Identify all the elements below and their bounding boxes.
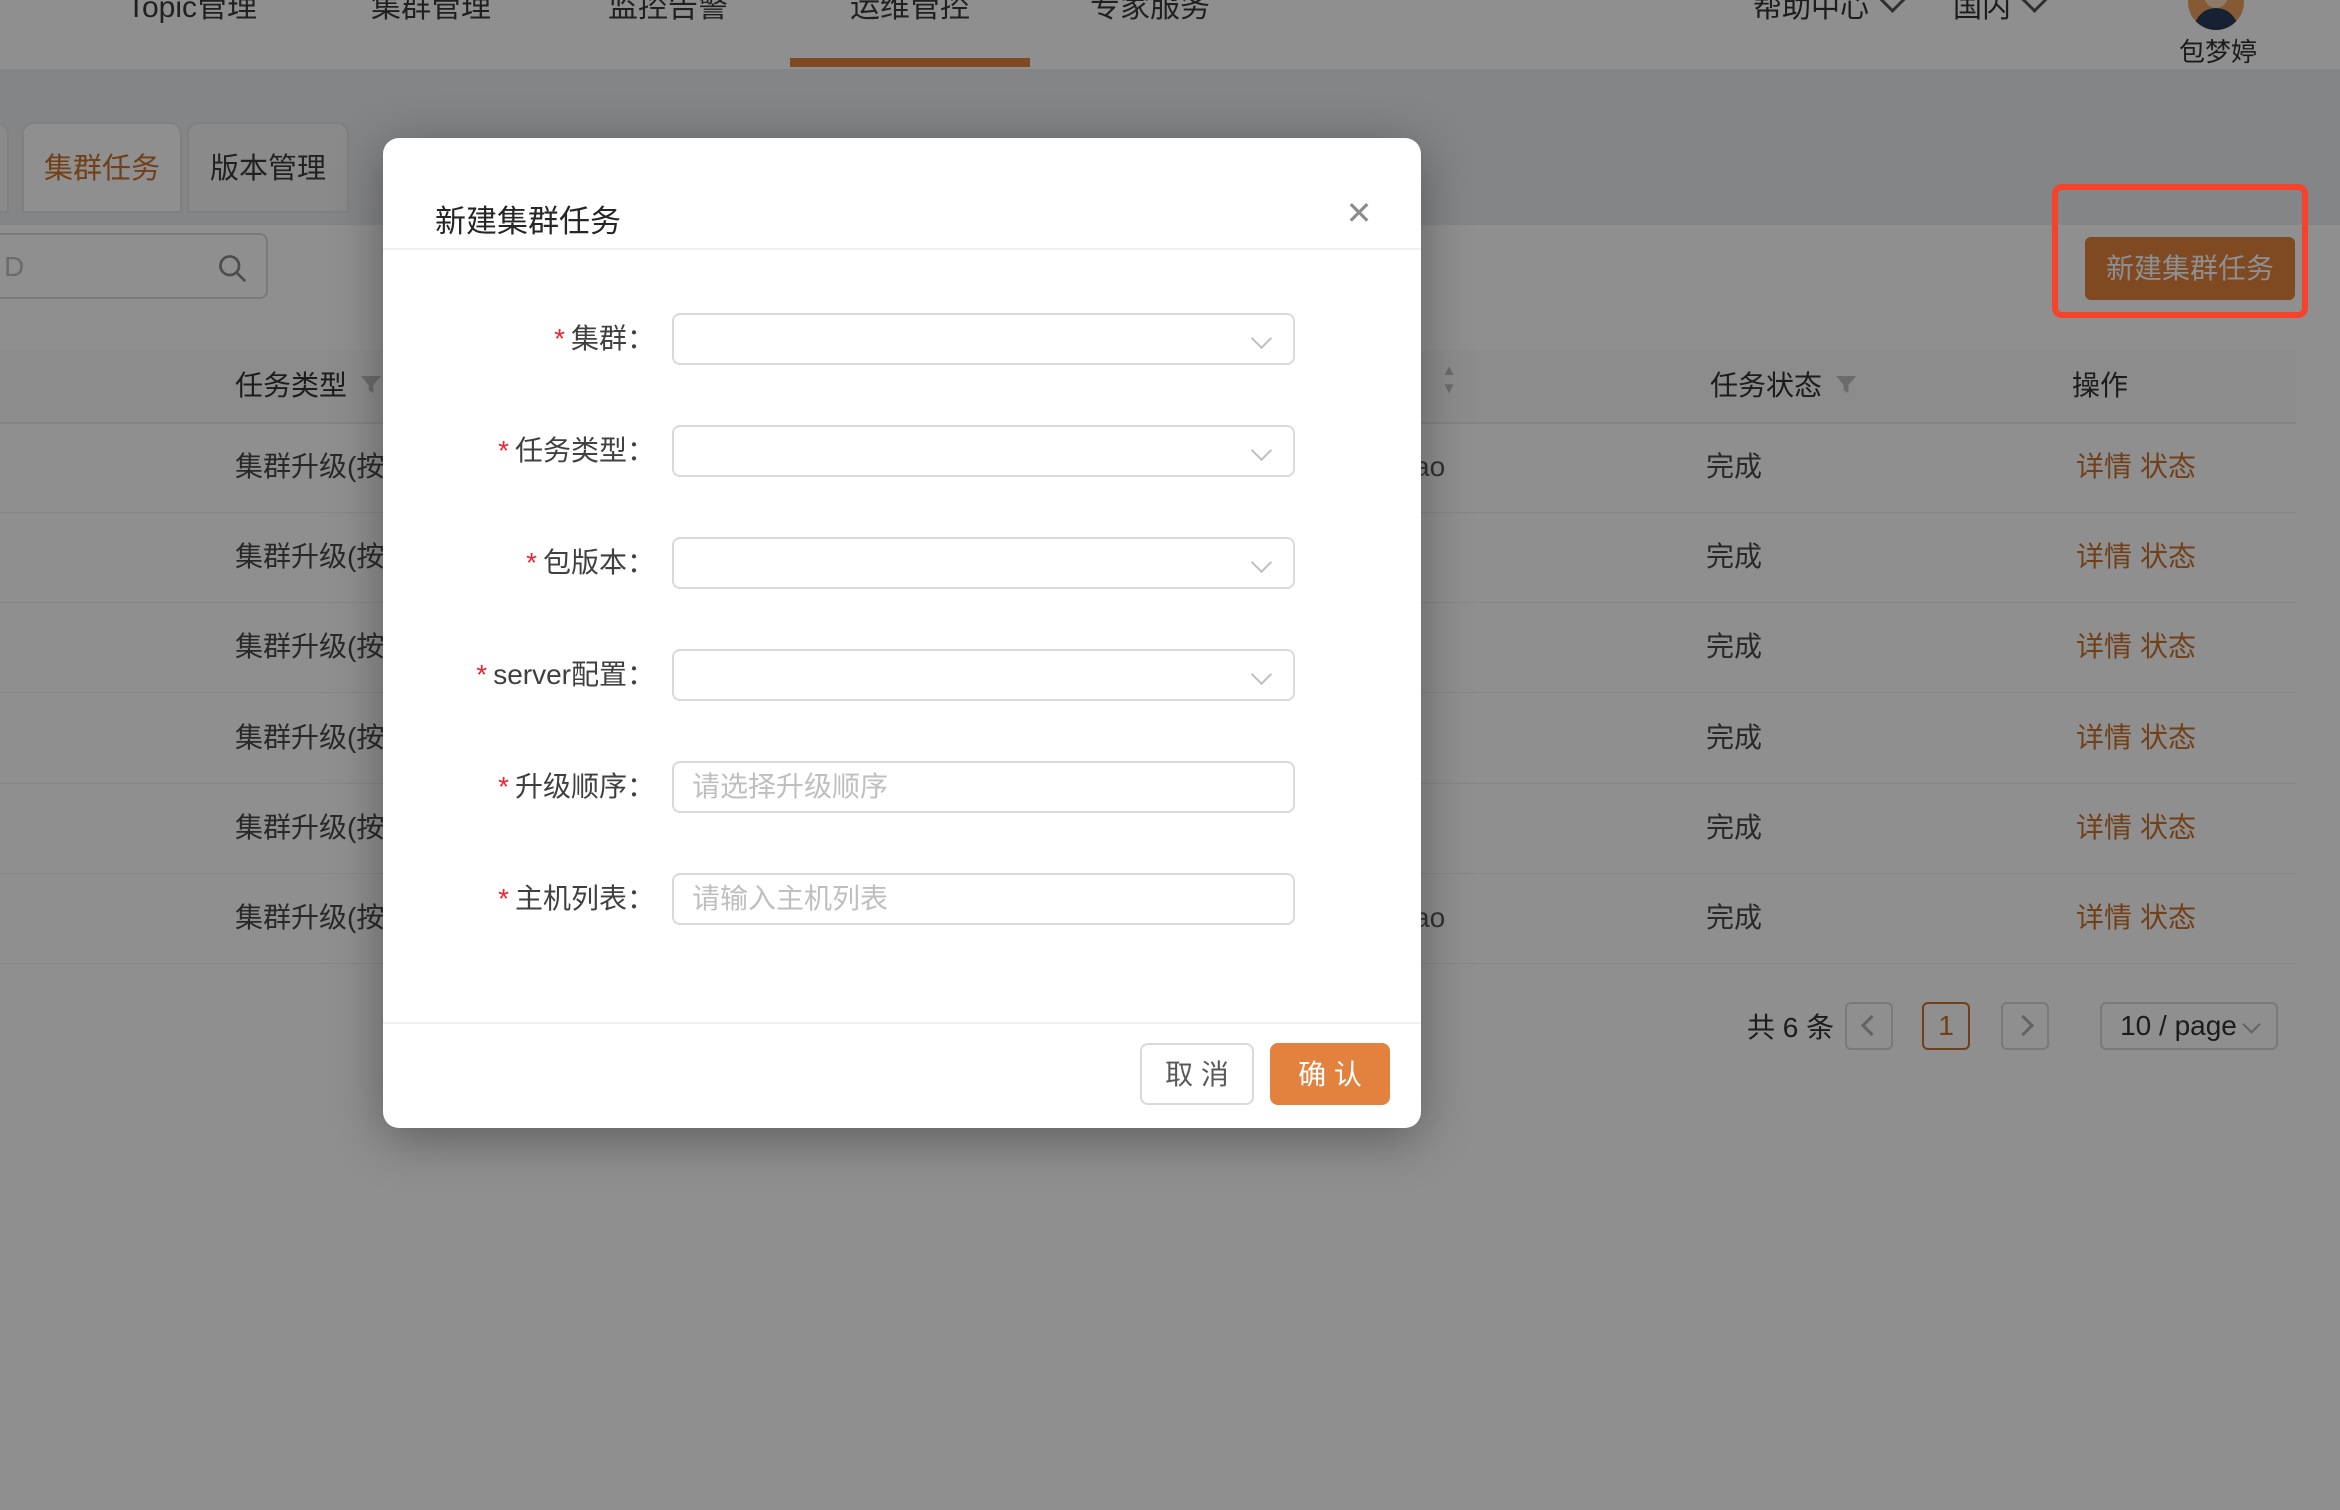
cancel-button[interactable]: 取 消 xyxy=(1140,1043,1254,1105)
form-row-server-config: *server配置： xyxy=(383,649,1421,701)
required-mark: * xyxy=(554,323,565,354)
form-row-host-list: *主机列表： xyxy=(383,873,1421,925)
server-config-select[interactable] xyxy=(672,649,1295,701)
task-type-select[interactable] xyxy=(672,425,1295,477)
host-list-field xyxy=(672,873,1295,925)
confirm-button[interactable]: 确 认 xyxy=(1270,1043,1390,1105)
required-mark: * xyxy=(498,883,509,914)
host-list-input[interactable] xyxy=(674,875,1293,923)
field-label: 主机列表： xyxy=(515,883,655,914)
field-label: 任务类型： xyxy=(515,435,655,466)
form-row-upgrade-order: *升级顺序： xyxy=(383,761,1421,813)
package-version-select[interactable] xyxy=(672,537,1295,589)
field-label: 包版本： xyxy=(543,547,655,578)
field-label: 集群： xyxy=(571,323,655,354)
field-label: 升级顺序： xyxy=(515,771,655,802)
modal-footer-divider xyxy=(383,1022,1421,1024)
chevron-down-icon xyxy=(1251,328,1272,349)
required-mark: * xyxy=(498,435,509,466)
required-mark: * xyxy=(476,659,487,690)
form-row-package-version: *包版本： xyxy=(383,537,1421,589)
create-task-modal: 新建集群任务 ✕ *集群： *任务类型： *包版本： *server配置： *升… xyxy=(383,138,1421,1128)
required-mark: * xyxy=(526,547,537,578)
form-row-task-type: *任务类型： xyxy=(383,425,1421,477)
upgrade-order-input[interactable] xyxy=(674,763,1293,811)
chevron-down-icon xyxy=(1251,552,1272,573)
form-row-cluster: *集群： xyxy=(383,313,1421,365)
modal-header-divider xyxy=(383,248,1421,250)
field-label: server配置： xyxy=(493,659,655,690)
required-mark: * xyxy=(498,771,509,802)
app-root: Topic管理 集群管理 监控告警 运维管控 专家服务 帮助中心 国内 包梦婷 … xyxy=(0,0,2340,1510)
chevron-down-icon xyxy=(1251,440,1272,461)
cluster-select[interactable] xyxy=(672,313,1295,365)
upgrade-order-field xyxy=(672,761,1295,813)
chevron-down-icon xyxy=(1251,664,1272,685)
close-icon[interactable]: ✕ xyxy=(1337,190,1381,234)
modal-title: 新建集群任务 xyxy=(435,196,621,241)
